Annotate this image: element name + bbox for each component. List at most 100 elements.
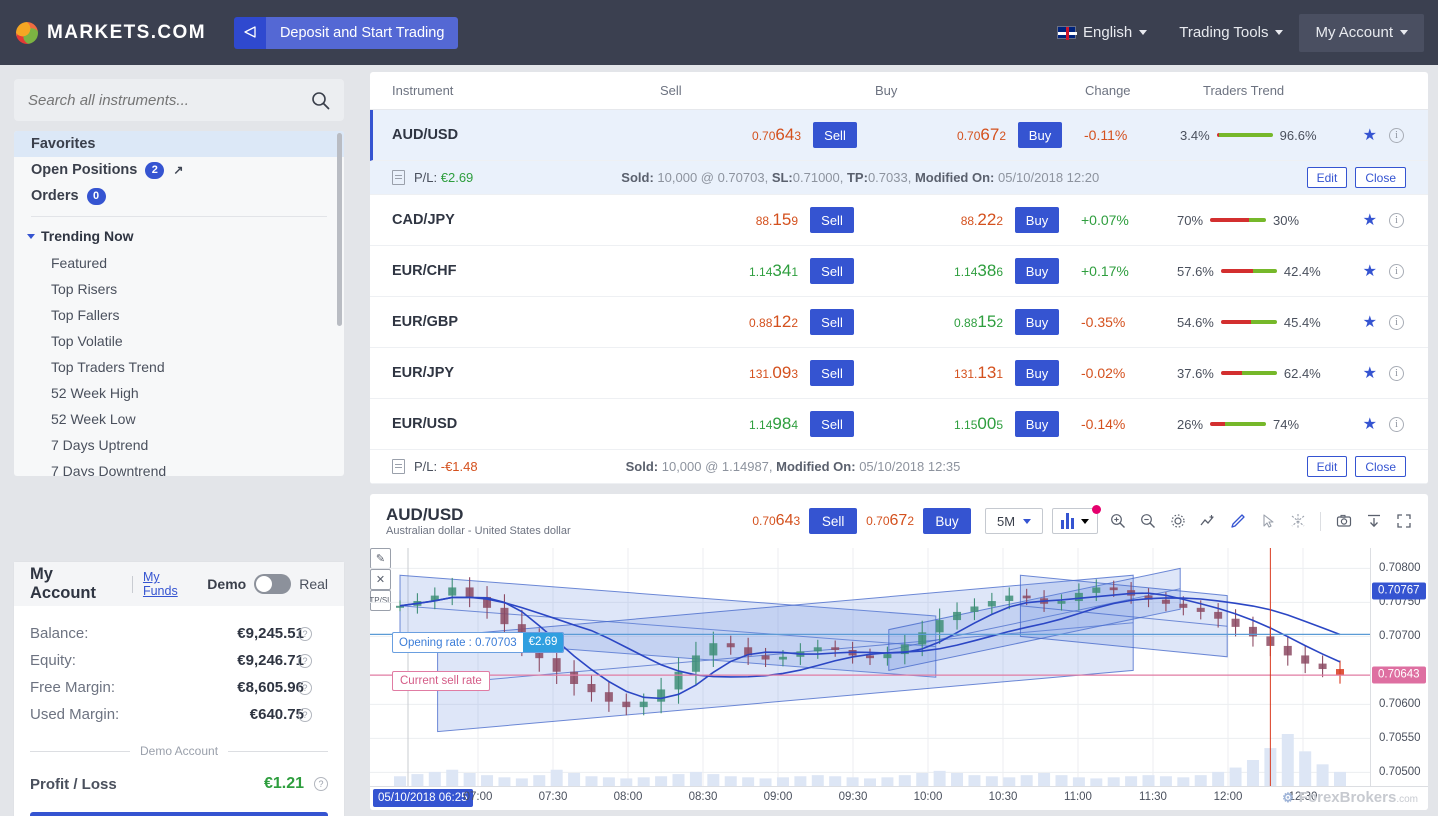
sell-price: 1.14984 (749, 414, 798, 433)
favorite-star-icon[interactable]: ★ (1363, 261, 1377, 281)
fullscreen-icon[interactable] (1393, 511, 1414, 532)
info-icon[interactable]: i (1389, 127, 1404, 143)
buy-button[interactable]: Buy (1015, 258, 1059, 284)
my-funds-link[interactable]: My Funds (143, 570, 197, 598)
timeframe-selector[interactable]: 5M (985, 508, 1043, 534)
crosshair-icon[interactable] (1287, 511, 1308, 532)
info-icon[interactable]: i (1389, 314, 1404, 330)
favorite-star-icon[interactable]: ★ (1363, 363, 1377, 383)
table-row[interactable]: AUD/USD 0.70643 Sell 0.70672 Buy -0.11% 3.4% 96… (370, 110, 1428, 161)
account-metric-row: Balance: €9,245.51? (30, 620, 328, 647)
sold-label: Sold: (625, 459, 659, 474)
camera-icon[interactable] (1333, 511, 1354, 532)
table-row[interactable]: EUR/USD 1.14984 Sell 1.15005 Buy -0.14% 26% 74%… (370, 399, 1428, 450)
help-icon[interactable]: ? (314, 777, 328, 791)
buy-price: 0.70672 (957, 125, 1006, 144)
sidebar-item-7-days-downtrend[interactable]: 7 Days Downtrend (14, 458, 344, 476)
info-icon[interactable]: i (1389, 263, 1404, 279)
trend-bar (1216, 133, 1273, 137)
sell-button[interactable]: Sell (810, 258, 854, 284)
sell-button[interactable]: Sell (810, 309, 854, 335)
settings-gear-icon[interactable] (1167, 511, 1188, 532)
search-icon[interactable] (311, 91, 330, 110)
sidebar-item-favorites[interactable]: Favorites (14, 131, 344, 157)
help-icon[interactable]: ? (298, 680, 312, 695)
table-row[interactable]: EUR/JPY 131.093 Sell 131.131 Buy -0.02% 37.6% 6… (370, 348, 1428, 399)
y-axis-tick: 0.70800 (1379, 562, 1421, 575)
deposit-funds-button[interactable]: Deposit Funds (30, 812, 328, 816)
favorite-star-icon[interactable]: ★ (1363, 210, 1377, 230)
sidebar-item-featured[interactable]: Featured (14, 250, 344, 276)
search-box[interactable] (14, 79, 344, 121)
draw-pencil-icon[interactable] (1227, 511, 1248, 532)
instrument-symbol: AUD/USD (392, 127, 459, 143)
info-icon[interactable]: i (1389, 416, 1404, 432)
chart-type-selector[interactable] (1052, 505, 1101, 534)
chart-y-axis: 0.70800 0.70750 0.70700 0.70600 0.70550 0.705… (1370, 548, 1428, 786)
traders-trend: 3.4% 96.6% (1180, 128, 1317, 143)
instrument-symbol: EUR/USD (392, 416, 458, 432)
sidebar-item-top-volatile[interactable]: Top Volatile (14, 328, 344, 354)
tp-label: TP: (846, 170, 868, 185)
brand-logo[interactable]: MARKETS.COM (16, 21, 206, 44)
account-mode-switch[interactable] (254, 574, 292, 594)
table-row[interactable]: CAD/JPY 88.159 Sell 88.222 Buy +0.07% 70% 30% ★ i (370, 195, 1428, 246)
trading-tools-menu[interactable]: Trading Tools (1163, 0, 1299, 65)
sidebar-item-7-days-uptrend[interactable]: 7 Days Uptrend (14, 432, 344, 458)
sidebar-item-top-traders-trend[interactable]: Top Traders Trend (14, 354, 344, 380)
position-pl-value: -€1.48 (440, 459, 478, 474)
sell-button[interactable]: Sell (813, 122, 857, 148)
favorite-star-icon[interactable]: ★ (1363, 312, 1377, 332)
edit-position-button[interactable]: Edit (1306, 456, 1348, 477)
sidebar-item-52-week-low[interactable]: 52 Week Low (14, 406, 344, 432)
open-position-row: P/L: €2.69 Sold: 10,000 @ 0.70703, SL:0.7… (370, 161, 1428, 195)
sell-button[interactable]: Sell (810, 207, 854, 233)
help-icon[interactable]: ? (298, 626, 312, 641)
sidebar-group-trending-now[interactable]: Trending Now (14, 217, 344, 250)
buy-button[interactable]: Buy (1018, 122, 1062, 148)
favorite-star-icon[interactable]: ★ (1363, 125, 1377, 145)
cursor-pointer-icon[interactable] (1257, 511, 1278, 532)
buy-button[interactable]: Buy (1015, 309, 1059, 335)
x-axis-tick: 07:30 (538, 791, 568, 803)
sidebar-item-label: Open Positions (31, 162, 138, 178)
language-selector[interactable]: English (1041, 0, 1163, 65)
sidebar-item-open-positions[interactable]: Open Positions 2 ↗ (14, 157, 344, 183)
chart-plot-area[interactable] (370, 548, 1370, 786)
buy-button[interactable]: Buy (1015, 360, 1059, 386)
chart-buy-button[interactable]: Buy (923, 508, 971, 534)
info-icon[interactable]: i (1389, 365, 1404, 381)
sidebar-item-top-risers[interactable]: Top Risers (14, 276, 344, 302)
help-icon[interactable]: ? (298, 653, 312, 668)
indicator-icon[interactable] (1197, 511, 1218, 532)
sidebar-item-top-fallers[interactable]: Top Fallers (14, 302, 344, 328)
zoom-out-icon[interactable] (1137, 511, 1158, 532)
x-axis-tick: 12:00 (1213, 791, 1243, 803)
chart-sell-button[interactable]: Sell (809, 508, 858, 534)
edit-position-button[interactable]: Edit (1306, 167, 1348, 188)
demo-real-toggle[interactable]: Demo Real (207, 574, 328, 594)
favorite-star-icon[interactable]: ★ (1363, 414, 1377, 434)
sell-button[interactable]: Sell (810, 411, 854, 437)
toolbar-divider (1320, 511, 1321, 531)
buy-button[interactable]: Buy (1015, 207, 1059, 233)
sidebar-item-orders[interactable]: Orders 0 (14, 183, 344, 209)
search-input[interactable] (28, 91, 311, 109)
sidebar-item-52-week-high[interactable]: 52 Week High (14, 380, 344, 406)
close-position-button[interactable]: Close (1355, 167, 1406, 188)
popout-window-icon[interactable]: ↗ (173, 163, 183, 177)
close-position-button[interactable]: Close (1355, 456, 1406, 477)
traders-trend: 37.6% 62.4% (1177, 366, 1321, 381)
buy-button[interactable]: Buy (1015, 411, 1059, 437)
sell-button[interactable]: Sell (810, 360, 854, 386)
sidebar-scrollbar[interactable] (337, 133, 342, 326)
deposit-and-start-trading-button[interactable]: Deposit and Start Trading (233, 16, 459, 49)
table-row[interactable]: EUR/GBP 0.88122 Sell 0.88152 Buy -0.35% 54.6% 4… (370, 297, 1428, 348)
open-position-overlay-label[interactable]: Opening rate : 0.70703 €2.69 (392, 632, 565, 653)
help-icon[interactable]: ? (298, 707, 312, 722)
download-icon[interactable] (1363, 511, 1384, 532)
my-account-menu[interactable]: My Account (1299, 13, 1424, 52)
zoom-in-icon[interactable] (1107, 511, 1128, 532)
table-row[interactable]: EUR/CHF 1.14341 Sell 1.14386 Buy +0.17% 57.6% 4… (370, 246, 1428, 297)
info-icon[interactable]: i (1389, 212, 1404, 228)
